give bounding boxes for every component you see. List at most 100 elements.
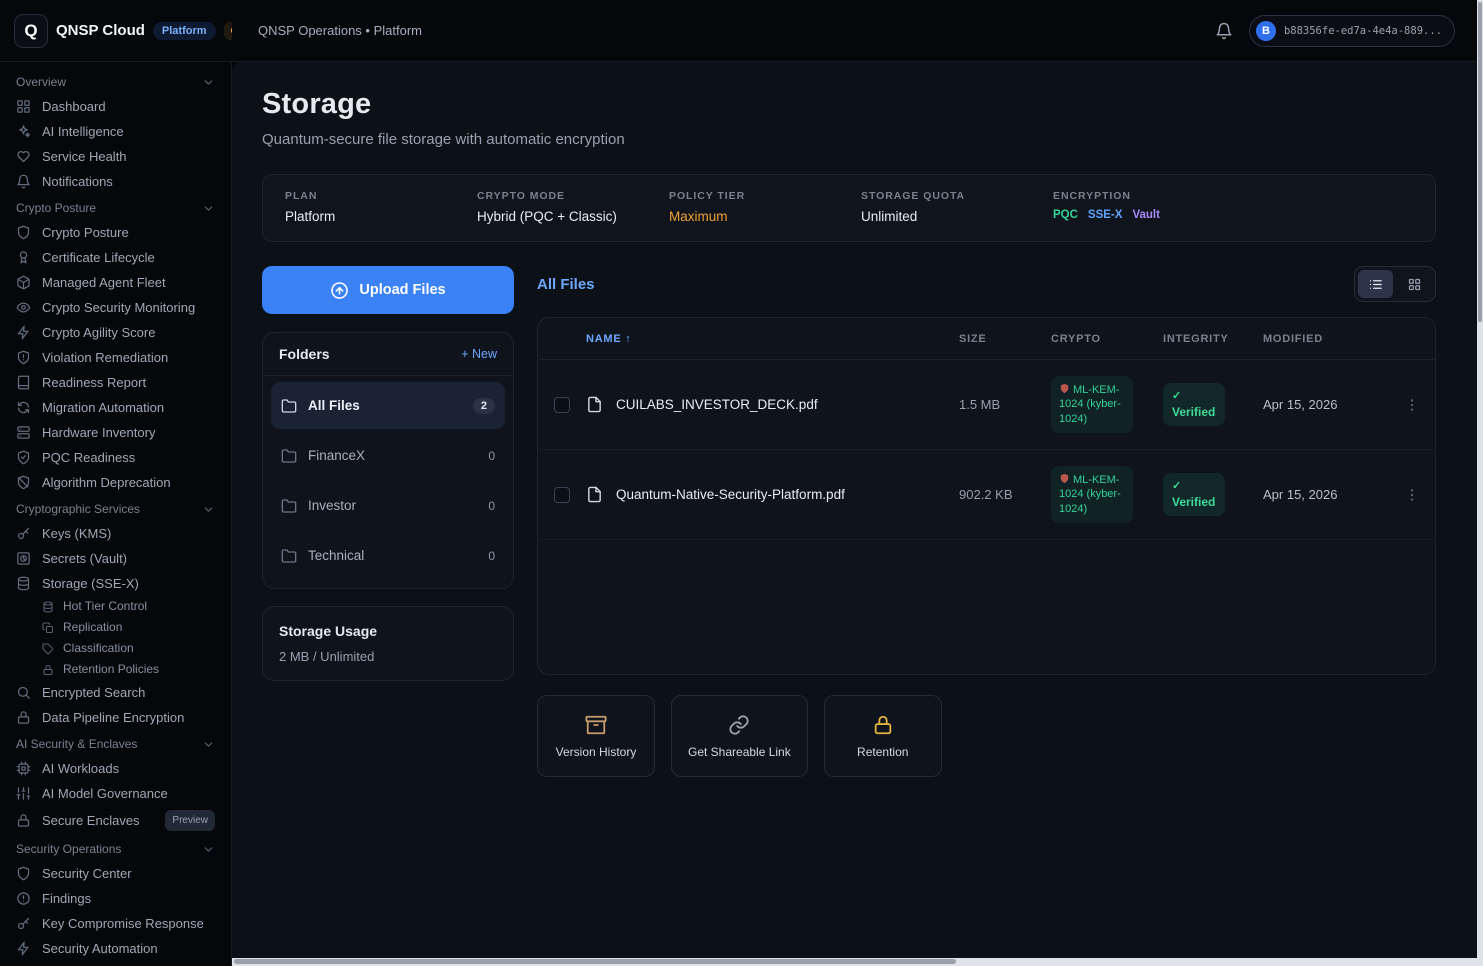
sidebar-item-label: Algorithm Deprecation bbox=[42, 474, 171, 491]
info-item-crypto-mode: CRYPTO MODEHybrid (PQC + Classic) bbox=[477, 190, 669, 224]
sidebar-item-security-automation[interactable]: Security Automation bbox=[0, 936, 231, 961]
sidebar-item-keys-kms[interactable]: Keys (KMS) bbox=[0, 521, 231, 546]
chevron-down-icon bbox=[202, 503, 215, 516]
sidebar-item-readiness-report[interactable]: Readiness Report bbox=[0, 370, 231, 395]
sidebar-item-crypto-security-monitoring[interactable]: Crypto Security Monitoring bbox=[0, 295, 231, 320]
file-size: 1.5 MB bbox=[959, 397, 1051, 412]
kebab-icon[interactable] bbox=[1404, 397, 1420, 413]
chip-icon bbox=[16, 761, 31, 776]
sidebar-item-secrets-vault[interactable]: Secrets (Vault) bbox=[0, 546, 231, 571]
folder-item-all-files[interactable]: All Files2 bbox=[271, 382, 505, 429]
sidebar-item-secure-enclaves[interactable]: Secure EnclavesPreview bbox=[0, 806, 231, 835]
vertical-scrollbar[interactable] bbox=[1477, 0, 1483, 966]
kebab-icon[interactable] bbox=[1404, 487, 1420, 503]
folder-icon bbox=[281, 398, 297, 414]
folder-item-investor[interactable]: Investor0 bbox=[271, 482, 505, 529]
column-header-name[interactable]: NAME ↑ bbox=[586, 333, 959, 345]
info-value: Hybrid (PQC + Classic) bbox=[477, 209, 669, 224]
sidebar-item-label: Crypto Agility Score bbox=[42, 324, 155, 341]
file-row[interactable]: Quantum-Native-Security-Platform.pdf902.… bbox=[538, 450, 1435, 540]
sidebar-section-overview[interactable]: Overview bbox=[0, 68, 231, 94]
chevron-down-icon bbox=[202, 76, 215, 89]
folder-item-technical[interactable]: Technical0 bbox=[271, 532, 505, 579]
sidebar-item-crypto-posture[interactable]: Crypto Posture bbox=[0, 220, 231, 245]
column-header-modified[interactable]: MODIFIED bbox=[1263, 333, 1389, 345]
brand-logo[interactable]: Q bbox=[14, 14, 48, 48]
breadcrumb[interactable]: QNSP Operations • Platform bbox=[258, 23, 1215, 38]
sidebar-section-label: Security Operations bbox=[16, 842, 121, 856]
sidebar-subitem-classification[interactable]: Classification bbox=[0, 638, 231, 659]
sidebar-item-migration-automation[interactable]: Migration Automation bbox=[0, 395, 231, 420]
sidebar-item-encrypted-search[interactable]: Encrypted Search bbox=[0, 680, 231, 705]
action-version-history[interactable]: Version History bbox=[537, 695, 655, 777]
sidebar-item-service-health[interactable]: Service Health bbox=[0, 144, 231, 169]
sidebar-item-data-pipeline-encryption[interactable]: Data Pipeline Encryption bbox=[0, 705, 231, 730]
sidebar-item-dashboard[interactable]: Dashboard bbox=[0, 94, 231, 119]
sidebar-item-security-center[interactable]: Security Center bbox=[0, 861, 231, 886]
info-label: POLICY TIER bbox=[669, 190, 861, 202]
new-folder-button[interactable]: + New bbox=[461, 347, 497, 361]
folder-icon bbox=[281, 448, 297, 464]
info-item-encryption: ENCRYPTIONPQCSSE-XVault bbox=[1053, 190, 1245, 221]
upload-files-button[interactable]: Upload Files bbox=[262, 266, 514, 314]
vertical-scrollbar-thumb[interactable] bbox=[1478, 2, 1482, 322]
action-get-shareable-link[interactable]: Get Shareable Link bbox=[671, 695, 808, 777]
sidebar-item-label: AI Model Governance bbox=[42, 785, 168, 802]
sidebar-item-algorithm-deprecation[interactable]: Algorithm Deprecation bbox=[0, 470, 231, 495]
sidebar-section-crypto-posture[interactable]: Crypto Posture bbox=[0, 194, 231, 220]
folder-item-financex[interactable]: FinanceX0 bbox=[271, 432, 505, 479]
lock-icon bbox=[872, 714, 894, 736]
sidebar-item-notifications[interactable]: Notifications bbox=[0, 169, 231, 194]
horizontal-scrollbar-thumb[interactable] bbox=[234, 959, 956, 964]
list-icon bbox=[1368, 277, 1383, 292]
column-header-size[interactable]: SIZE bbox=[959, 333, 1051, 345]
files-heading: All Files bbox=[537, 276, 595, 293]
sidebar-section-security-operations[interactable]: Security Operations bbox=[0, 835, 231, 861]
sidebar-item-certificate-lifecycle[interactable]: Certificate Lifecycle bbox=[0, 245, 231, 270]
sidebar-section-ai-security-enclaves[interactable]: AI Security & Enclaves bbox=[0, 730, 231, 756]
right-column: All Files NAME ↑SIZECRYPTOINTEGRITYMODIF… bbox=[537, 266, 1436, 777]
sidebar-item-label: Crypto Posture bbox=[42, 224, 129, 241]
sidebar-item-crypto-agility-score[interactable]: Crypto Agility Score bbox=[0, 320, 231, 345]
file-row[interactable]: CUILABS_INVESTOR_DECK.pdf1.5 MBML-KEM-10… bbox=[538, 360, 1435, 450]
sidebar-item-label: Certificate Lifecycle bbox=[42, 249, 155, 266]
sidebar-item-hardware-inventory[interactable]: Hardware Inventory bbox=[0, 420, 231, 445]
sidebar-subitem-label: Retention Policies bbox=[63, 661, 159, 678]
sidebar-item-label: Managed Agent Fleet bbox=[42, 274, 166, 291]
sidebar-item-ai-model-governance[interactable]: AI Model Governance bbox=[0, 781, 231, 806]
sidebar-item-storage-sse-x[interactable]: Storage (SSE-X) bbox=[0, 571, 231, 596]
sidebar-item-ai-intelligence[interactable]: AI Intelligence bbox=[0, 119, 231, 144]
sidebar-item-managed-agent-fleet[interactable]: Managed Agent Fleet bbox=[0, 270, 231, 295]
row-checkbox[interactable] bbox=[554, 397, 570, 413]
encryption-tag-pqc: PQC bbox=[1053, 209, 1078, 221]
sidebar-section-cryptographic-services[interactable]: Cryptographic Services bbox=[0, 495, 231, 521]
info-label: ENCRYPTION bbox=[1053, 190, 1245, 202]
list-view-button[interactable] bbox=[1358, 270, 1393, 298]
bell-icon[interactable] bbox=[1215, 22, 1233, 40]
sparkles-icon bbox=[16, 124, 31, 139]
sidebar-item-findings[interactable]: Findings bbox=[0, 886, 231, 911]
horizontal-scrollbar[interactable] bbox=[232, 958, 1477, 966]
sidebar-item-ai-workloads[interactable]: AI Workloads bbox=[0, 756, 231, 781]
sidebar-subitem-replication[interactable]: Replication bbox=[0, 617, 231, 638]
user-menu[interactable]: B b88356fe-ed7a-4e4a-889... bbox=[1249, 15, 1455, 47]
refresh-icon bbox=[16, 400, 31, 415]
lock-icon bbox=[16, 813, 31, 828]
folder-label: All Files bbox=[308, 398, 360, 413]
sidebar-item-violation-remediation[interactable]: Violation Remediation bbox=[0, 345, 231, 370]
row-checkbox[interactable] bbox=[554, 487, 570, 503]
sidebar-item-pqc-readiness[interactable]: PQC Readiness bbox=[0, 445, 231, 470]
grid-view-button[interactable] bbox=[1397, 270, 1432, 298]
column-header-crypto[interactable]: CRYPTO bbox=[1051, 333, 1163, 345]
server-icon bbox=[16, 425, 31, 440]
column-header-integrity[interactable]: INTEGRITY bbox=[1163, 333, 1263, 345]
action-retention[interactable]: Retention bbox=[824, 695, 942, 777]
sidebar-subitem-retention-policies[interactable]: Retention Policies bbox=[0, 659, 231, 680]
sidebar-item-key-compromise-response[interactable]: Key Compromise Response bbox=[0, 911, 231, 936]
sidebar-subitem-hot-tier-control[interactable]: Hot Tier Control bbox=[0, 596, 231, 617]
shield-alert-icon bbox=[16, 350, 31, 365]
sidebar-item-label: AI Intelligence bbox=[42, 123, 124, 140]
file-name: CUILABS_INVESTOR_DECK.pdf bbox=[616, 397, 818, 412]
sidebar-section-label: Overview bbox=[16, 75, 66, 89]
key-icon bbox=[16, 526, 31, 541]
